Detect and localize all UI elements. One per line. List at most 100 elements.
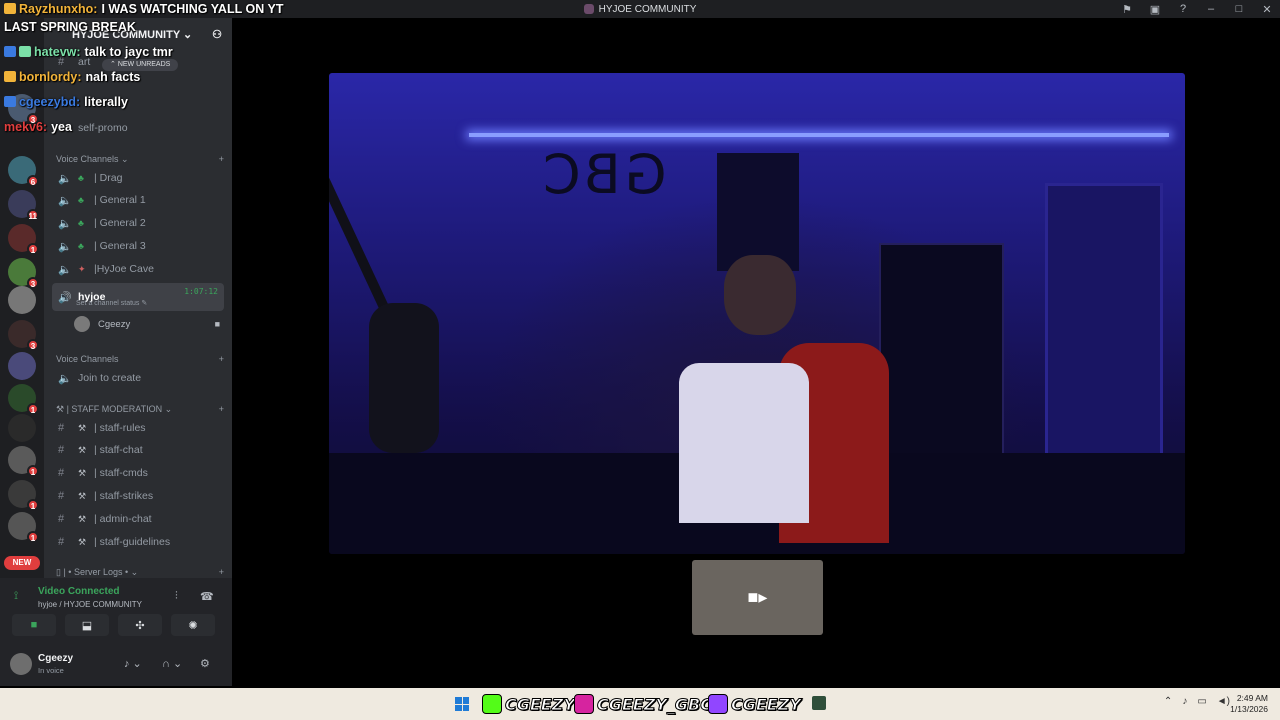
microphone-icon[interactable]: ♪: [1182, 696, 1187, 707]
server-icon: [583, 4, 594, 14]
channel-admin-chat[interactable]: # ⚒ | admin-chat: [52, 509, 224, 529]
channel-staff-chat[interactable]: # ⚒ | staff-chat: [52, 440, 224, 460]
server-badge: 1: [27, 465, 39, 477]
twitch-handle-text: CGEEZY: [731, 694, 802, 714]
kick-handle: CGEEZY: [482, 692, 575, 716]
channel-name: | staff-cmds: [94, 467, 148, 479]
voice-channel[interactable]: 🔈 ♣ | Drag: [52, 168, 224, 188]
server-item[interactable]: 11: [8, 190, 39, 221]
instagram-logo-icon: [574, 694, 594, 714]
instagram-handle-text: CGEEZY_GBC: [597, 694, 713, 714]
chevron-up-icon[interactable]: ⌃: [1164, 696, 1172, 707]
plus-icon[interactable]: +: [219, 404, 224, 415]
channel-status[interactable]: Set a channel status ✎: [76, 299, 147, 307]
microphone-icon[interactable]: ♪ ⌄: [124, 657, 142, 670]
user-status: In voice: [38, 666, 64, 675]
clover-icon: ♣: [78, 241, 84, 251]
taskbar: CGEEZY CGEEZY_GBC CGEEZY ⌃ ♪ ▭ ◄) 2:49 A…: [0, 688, 1280, 720]
taskbar-app-icon[interactable]: [812, 696, 826, 710]
maximize-icon[interactable]: □: [1232, 3, 1246, 15]
camera-button[interactable]: ■: [12, 614, 56, 636]
channel-staff-guidelines[interactable]: # ⚒ | staff-guidelines: [52, 532, 224, 552]
channel-name: | admin-chat: [94, 513, 152, 525]
minimize-icon[interactable]: –: [1204, 3, 1218, 15]
staff-category[interactable]: ⚒ | STAFF MODERATION ⌄ +: [56, 404, 224, 415]
voice-channel-active[interactable]: 🔊 hyjoe 1:07:12 Set a channel status ✎: [52, 283, 224, 311]
server-item[interactable]: 1: [8, 512, 39, 543]
speaker-icon: 🔈: [58, 194, 72, 207]
clover-icon: ♣: [78, 173, 84, 183]
headphones-icon[interactable]: ∩ ⌄: [162, 657, 182, 670]
hash-icon: #: [58, 444, 65, 456]
voice-channel[interactable]: 🔈 ♣ | General 2: [52, 213, 224, 233]
call-timer: 1:07:12: [184, 287, 218, 296]
wall-decoration: GBC: [539, 143, 667, 206]
avatar[interactable]: [10, 653, 32, 675]
shoe-shelf: [879, 243, 1004, 483]
server-item[interactable]: [8, 352, 36, 380]
server-item[interactable]: [8, 414, 36, 442]
server-item[interactable]: 1: [8, 384, 39, 415]
server-item[interactable]: 6: [8, 156, 39, 187]
plus-icon[interactable]: +: [219, 154, 224, 165]
clock-time: 2:49 AM: [1236, 693, 1268, 703]
server-item[interactable]: 3: [8, 258, 39, 289]
signal-icon[interactable]: ⟟: [14, 590, 18, 603]
chat-user: cgeezybd:: [19, 95, 81, 109]
channel-staff-rules[interactable]: # ⚒ | staff-rules: [52, 418, 224, 438]
kick-handle-text: CGEEZY: [505, 694, 576, 714]
video-camera-icon: ■▸: [747, 587, 768, 607]
led-strip: [469, 133, 1169, 137]
voice-channel[interactable]: 🔈 ♣ | General 1: [52, 190, 224, 210]
server-badge: 1: [27, 403, 39, 415]
server-badge: 1: [27, 499, 39, 511]
voice-user-name: Cgeezy: [98, 318, 131, 330]
server-item[interactable]: [8, 286, 36, 314]
voice-category[interactable]: Voice Channels ⌄ +: [56, 154, 224, 165]
windows-start-icon[interactable]: [455, 697, 469, 711]
voice-user[interactable]: Cgeezy ■: [74, 315, 224, 333]
disconnect-icon[interactable]: ☎: [200, 590, 214, 603]
volume-icon[interactable]: ◄): [1217, 696, 1230, 707]
help-icon[interactable]: ?: [1176, 3, 1190, 15]
channel-staff-strikes[interactable]: # ⚒ | staff-strikes: [52, 486, 224, 506]
person: [679, 363, 809, 523]
webcam-video[interactable]: GBC: [329, 73, 1185, 554]
chat-message: LAST SPRING BREAK: [4, 20, 136, 34]
vc-sub[interactable]: hyjoe / HYJOE COMMUNITY: [38, 600, 142, 609]
inbox-icon[interactable]: ⚑: [1120, 3, 1134, 16]
join-to-create-channel[interactable]: 🔈 Join to create: [52, 368, 224, 388]
server-item[interactable]: 1: [8, 224, 39, 255]
channel-staff-cmds[interactable]: # ⚒ | staff-cmds: [52, 463, 224, 483]
server-item[interactable]: 3: [8, 320, 39, 351]
plus-icon[interactable]: +: [219, 354, 224, 364]
voice-channel[interactable]: 🔈 ♣ | General 3: [52, 236, 224, 256]
voice-channel[interactable]: 🔈 ✦ |HyJoe Cave: [52, 259, 224, 279]
display-icon[interactable]: ▭: [1197, 696, 1206, 707]
tools-icon: ⚒: [78, 490, 87, 501]
voice-category[interactable]: Voice Channels +: [56, 354, 224, 364]
self-video-tile[interactable]: ■▸: [692, 560, 823, 635]
screen-share-button[interactable]: ⬓: [65, 614, 109, 636]
server-item[interactable]: 1: [8, 446, 39, 477]
chat-text: nah facts: [85, 70, 141, 84]
new-pill[interactable]: NEW: [4, 556, 40, 570]
activities-button[interactable]: ✣: [118, 614, 162, 636]
clock[interactable]: 2:49 AM 1/13/2026: [1230, 693, 1268, 715]
hash-icon: #: [58, 490, 65, 502]
channel-status-label: Set a channel status: [76, 300, 140, 307]
chat-user: mekv6:: [4, 120, 48, 134]
server-badge: 1: [27, 243, 39, 255]
clock-date: 1/13/2026: [1230, 704, 1268, 714]
soundboard-icon: ✺: [188, 619, 198, 632]
soundboard-button[interactable]: ✺: [171, 614, 215, 636]
screen-icon[interactable]: ▣: [1148, 3, 1162, 16]
badge-icon: [4, 96, 16, 107]
server-item[interactable]: 1: [8, 480, 39, 511]
hash-icon: #: [58, 513, 65, 525]
close-icon[interactable]: ✕: [1260, 3, 1274, 16]
logs-category[interactable]: ▯ | • Server Logs • ⌄ +: [56, 567, 224, 578]
noise-suppression-icon[interactable]: ⫶: [175, 590, 178, 603]
plus-icon[interactable]: +: [219, 567, 224, 578]
gear-icon[interactable]: ⚙: [200, 657, 210, 670]
